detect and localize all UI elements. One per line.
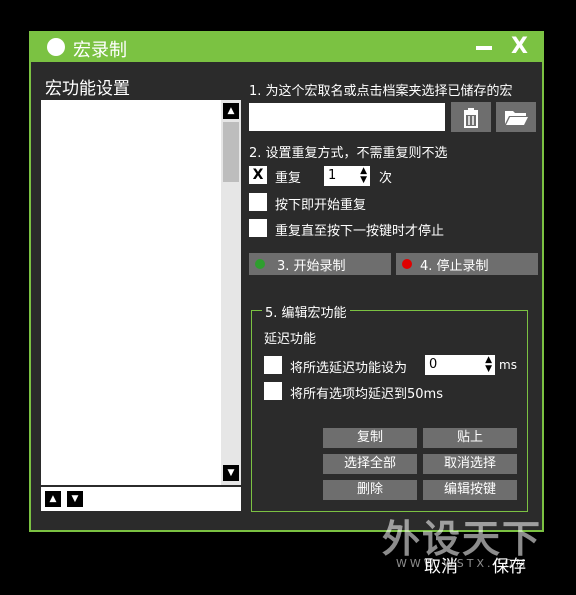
delay-unit: ms xyxy=(499,358,517,372)
set-delay-label: 将所选延迟功能设为 xyxy=(290,361,408,376)
open-folder-button[interactable] xyxy=(496,102,536,132)
step1-label: 1. 为这个宏取名或点击档案夹选择已储存的宏 xyxy=(249,84,513,99)
edit-key-button[interactable]: 编辑按键 xyxy=(423,480,517,500)
list-move-bar: ▲ ▼ xyxy=(41,487,241,511)
until-press-label: 重复直至按下一按键时才停止 xyxy=(275,224,445,239)
start-record-button[interactable]: 3. 开始录制 xyxy=(249,253,391,275)
delay-stepper[interactable]: 0 ▲ ▼ xyxy=(425,355,495,375)
delete-button[interactable] xyxy=(451,102,491,132)
folder-icon xyxy=(505,111,528,125)
app-logo-icon xyxy=(47,38,65,56)
edit-macro-legend: 5. 编辑宏功能 xyxy=(262,302,350,321)
save-button[interactable]: 保存 xyxy=(492,552,526,577)
delete-item-button[interactable]: 删除 xyxy=(323,480,417,500)
minimize-button[interactable] xyxy=(476,46,492,50)
all-delay-label: 将所有选项均延迟到50ms xyxy=(290,387,443,402)
stepper-arrows-icon[interactable]: ▲ ▼ xyxy=(485,356,492,374)
scroll-down-icon[interactable]: ▼ xyxy=(223,465,239,481)
vertical-scrollbar[interactable]: ▲ ▼ xyxy=(221,100,241,485)
select-all-button[interactable]: 选择全部 xyxy=(323,454,417,474)
macro-settings-title: 宏功能设置 xyxy=(45,79,130,99)
delay-value: 0 xyxy=(429,357,438,372)
copy-button[interactable]: 复制 xyxy=(323,428,417,448)
scroll-up-icon[interactable]: ▲ xyxy=(223,103,239,119)
macro-name-input[interactable] xyxy=(249,103,445,131)
hold-repeat-label: 按下即开始重复 xyxy=(275,198,367,213)
hold-repeat-checkbox[interactable] xyxy=(249,193,267,211)
close-button[interactable]: X xyxy=(511,35,528,59)
all-delay-checkbox[interactable] xyxy=(264,382,282,400)
repeat-label: 重复 xyxy=(275,171,302,186)
repeat-unit: 次 xyxy=(379,171,393,186)
cancel-button[interactable]: 取消 xyxy=(424,552,458,577)
scrollbar-thumb[interactable] xyxy=(223,122,239,182)
step2-label: 2. 设置重复方式，不需重复则不选 xyxy=(249,146,448,161)
repeat-count-value: 1 xyxy=(328,168,337,183)
stepper-arrows-icon[interactable]: ▲ ▼ xyxy=(360,167,367,185)
move-up-button[interactable]: ▲ xyxy=(45,491,61,507)
stop-record-button[interactable]: 4. 停止录制 xyxy=(396,253,538,275)
move-down-button[interactable]: ▼ xyxy=(67,491,83,507)
set-delay-checkbox[interactable] xyxy=(264,356,282,374)
paste-button[interactable]: 贴上 xyxy=(423,428,517,448)
repeat-checkbox[interactable]: X xyxy=(249,166,267,184)
deselect-button[interactable]: 取消选择 xyxy=(423,454,517,474)
delay-title: 延迟功能 xyxy=(264,332,317,347)
macro-list[interactable]: ▲ ▼ xyxy=(41,100,241,485)
window-title: 宏录制 xyxy=(73,40,127,61)
trash-icon xyxy=(464,108,478,128)
stop-record-label: 4. 停止录制 xyxy=(420,259,489,274)
title-bar: 宏录制 X xyxy=(31,33,542,62)
macro-window: 宏录制 X 宏功能设置 ▲ ▼ ▲ ▼ 1. 为这个宏取名或点击档案夹选择已储存… xyxy=(29,31,544,532)
repeat-count-stepper[interactable]: 1 ▲ ▼ xyxy=(324,166,370,186)
edit-macro-group: 5. 编辑宏功能 延迟功能 将所选延迟功能设为 0 ▲ ▼ ms 将所有选项均延迟… xyxy=(251,302,528,512)
stop-record-dot-icon xyxy=(402,259,412,269)
until-press-checkbox[interactable] xyxy=(249,219,267,237)
start-record-dot-icon xyxy=(255,259,265,269)
start-record-label: 3. 开始录制 xyxy=(277,259,346,274)
